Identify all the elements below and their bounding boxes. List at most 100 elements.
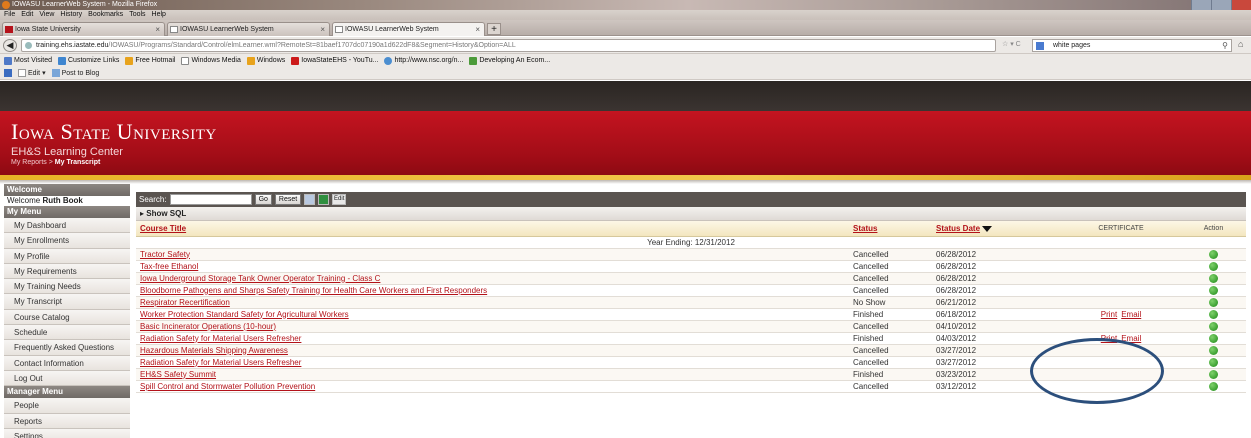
print-icon[interactable]	[304, 194, 316, 205]
sidebar-item-my-requirements[interactable]: My Requirements	[4, 263, 130, 280]
show-sql-toggle[interactable]: ▸ Show SQL	[136, 207, 1246, 221]
bookmark-windows[interactable]: Windows	[246, 54, 285, 67]
sidebar-item-my-enrollments[interactable]: My Enrollments	[4, 233, 130, 249]
tab-iowa-state[interactable]: Iowa State University ×	[2, 22, 165, 36]
go-action-icon[interactable]	[1209, 321, 1218, 331]
search-engine-box[interactable]: white pages ⚲	[1032, 39, 1232, 52]
go-action-icon[interactable]	[1209, 285, 1218, 295]
tab-learnerweb-1[interactable]: IOWASU LearnerWeb System ×	[167, 22, 330, 36]
go-button[interactable]: Go	[254, 194, 272, 205]
search-icon[interactable]: ⚲	[1222, 40, 1228, 51]
maximize-button[interactable]	[1211, 0, 1231, 10]
course-title-link[interactable]: Radiation Safety for Material Users Refr…	[140, 334, 301, 343]
course-title-link[interactable]: Radiation Safety for Material Users Refr…	[140, 358, 301, 367]
go-action-icon[interactable]	[1209, 261, 1218, 271]
close-tab-icon[interactable]: ×	[320, 23, 325, 36]
bookmark-youtube[interactable]: IowaStateEHS - YouTu...	[291, 54, 378, 67]
go-action-icon[interactable]	[1209, 369, 1218, 379]
sidebar-item-reports[interactable]: Reports	[4, 413, 130, 429]
certificate-print-link[interactable]: Print	[1101, 310, 1117, 319]
course-title-link[interactable]: Tax-free Ethanol	[140, 262, 198, 271]
breadcrumb-my-reports[interactable]: My Reports	[11, 159, 47, 166]
edit-button[interactable]: Edit	[332, 194, 347, 205]
course-title-link[interactable]: Basic Incinerator Operations (10-hour)	[140, 322, 276, 331]
course-title-link[interactable]: Spill Control and Stormwater Pollution P…	[140, 382, 315, 391]
firefox-icon	[2, 1, 10, 9]
bookmark-most-visited[interactable]: Most Visited	[4, 54, 52, 67]
site-title[interactable]: Iowa State University	[11, 119, 217, 145]
close-tab-icon[interactable]: ×	[475, 23, 480, 36]
sidebar-item-settings[interactable]: Settings	[4, 428, 130, 438]
sidebar-item-log-out[interactable]: Log Out	[4, 370, 130, 387]
edit-blog-button[interactable]: Edit ▾	[18, 67, 46, 79]
tab-learnerweb-2[interactable]: IOWASU LearnerWeb System ×	[332, 22, 485, 36]
status-date-cell: 03/27/2012	[936, 344, 1061, 357]
new-tab-button[interactable]: +	[487, 23, 501, 35]
page-green-icon	[469, 56, 478, 65]
course-title-link[interactable]: Tractor Safety	[140, 250, 190, 259]
go-action-icon[interactable]	[1209, 273, 1218, 283]
status-header[interactable]: Status	[853, 221, 936, 237]
course-title-link[interactable]: Hazardous Materials Shipping Awareness	[140, 346, 288, 355]
search-input[interactable]	[169, 194, 252, 205]
menu-tools[interactable]: Tools	[129, 10, 145, 20]
menu-view[interactable]: View	[39, 10, 54, 20]
status-date-header[interactable]: Status Date	[936, 221, 1061, 237]
minimize-button[interactable]	[1191, 0, 1211, 10]
course-title-link[interactable]: Bloodborne Pathogens and Sharps Safety T…	[140, 286, 487, 295]
bookmark-free-hotmail[interactable]: Free Hotmail	[125, 54, 175, 67]
user-name: Ruth Book	[42, 196, 83, 205]
status-cell: Finished	[853, 332, 936, 345]
sidebar-item-faq[interactable]: Frequently Asked Questions	[4, 340, 130, 356]
course-title-header[interactable]: Course Title	[136, 221, 853, 237]
certificate-email-link[interactable]: Email	[1121, 334, 1141, 343]
site-identity-icon[interactable]	[25, 42, 32, 49]
go-action-icon[interactable]	[1209, 357, 1218, 367]
sidebar-item-my-transcript[interactable]: My Transcript	[4, 294, 130, 310]
table-row: Iowa Underground Storage Tank Owner Oper…	[136, 272, 1246, 285]
sidebar-item-my-training-needs[interactable]: My Training Needs	[4, 279, 130, 295]
close-window-button[interactable]	[1231, 0, 1251, 10]
bookmark-customize-links[interactable]: Customize Links	[58, 54, 119, 67]
post-to-blog-button[interactable]: Post to Blog	[51, 67, 99, 79]
address-bar[interactable]: training.ehs.iastate.edu/IOWASU/Programs…	[21, 39, 996, 52]
go-action-icon[interactable]	[1209, 249, 1218, 259]
bookmark-nsc[interactable]: http://www.nsc.org/n...	[384, 54, 463, 67]
go-action-icon[interactable]	[1209, 333, 1218, 343]
go-action-icon[interactable]	[1209, 297, 1218, 307]
bookmark-developing-ecom[interactable]: Developing An Ecom...	[469, 54, 550, 67]
back-button[interactable]: ◀	[3, 39, 17, 52]
certificate-email-link[interactable]: Email	[1121, 310, 1141, 319]
course-title-link[interactable]: Iowa Underground Storage Tank Owner Oper…	[140, 274, 380, 283]
certificate-header: CERTIFICATE	[1061, 221, 1181, 237]
sidebar-item-contact-information[interactable]: Contact Information	[4, 355, 130, 371]
menu-help[interactable]: Help	[152, 10, 166, 20]
home-icon[interactable]: ⌂	[1238, 39, 1243, 49]
sidebar-item-schedule[interactable]: Schedule	[4, 325, 130, 341]
menu-history[interactable]: History	[60, 10, 82, 20]
menu-bookmarks[interactable]: Bookmarks	[88, 10, 123, 20]
status-date-cell: 06/18/2012	[936, 308, 1061, 321]
close-tab-icon[interactable]: ×	[155, 23, 160, 36]
action-cell	[1181, 308, 1246, 321]
course-title-link[interactable]: Worker Protection Standard Safety for Ag…	[140, 310, 349, 319]
course-title-link[interactable]: Respirator Recertification	[140, 298, 230, 307]
reload-controls[interactable]: ☆ ▾ C	[1002, 39, 1021, 51]
go-action-icon[interactable]	[1209, 345, 1218, 355]
sidebar-item-my-dashboard[interactable]: My Dashboard	[4, 218, 130, 234]
sidebar-item-my-profile[interactable]: My Profile	[4, 248, 130, 264]
bookmark-windows-media[interactable]: Windows Media	[181, 54, 241, 67]
certificate-print-link[interactable]: Print	[1101, 334, 1117, 343]
reset-button[interactable]: Reset	[274, 194, 302, 205]
sidebar-item-course-catalog[interactable]: Course Catalog	[4, 309, 130, 326]
search-engine-icon[interactable]	[1036, 42, 1044, 50]
course-title-link[interactable]: EH&S Safety Summit	[140, 370, 216, 379]
menu-file[interactable]: File	[4, 10, 15, 20]
go-action-icon[interactable]	[1209, 381, 1218, 391]
go-action-icon[interactable]	[1209, 309, 1218, 319]
blog-menu-button[interactable]	[4, 67, 12, 79]
excel-export-icon[interactable]	[318, 194, 330, 205]
action-cell	[1181, 248, 1246, 261]
sidebar-item-people[interactable]: People	[4, 398, 130, 414]
menu-edit[interactable]: Edit	[21, 10, 33, 20]
